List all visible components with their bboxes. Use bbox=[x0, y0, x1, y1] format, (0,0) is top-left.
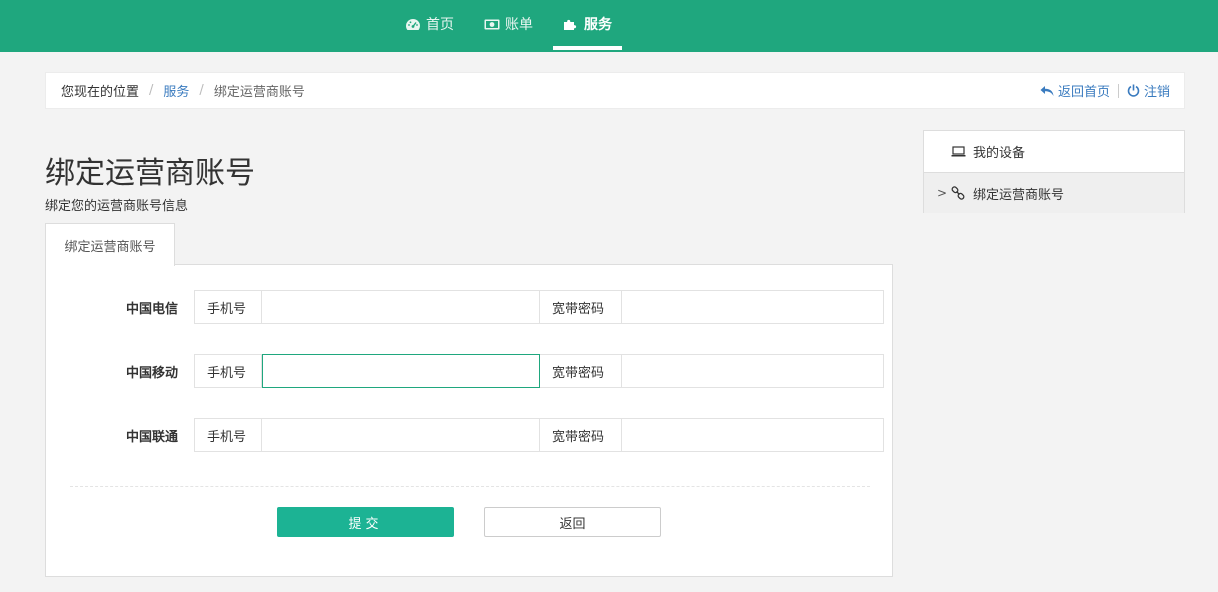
puzzle-icon bbox=[563, 17, 579, 31]
password-addon: 宽带密码 bbox=[540, 354, 622, 388]
logout-link[interactable]: 注销 bbox=[1127, 81, 1170, 100]
nav-item-label: 服务 bbox=[584, 17, 612, 33]
breadcrumb-separator: / bbox=[199, 83, 204, 98]
carrier-row-telecom: 中国电信 手机号 宽带密码 bbox=[126, 290, 884, 324]
unicom-phone-input[interactable] bbox=[262, 418, 540, 452]
form-panel: 中国电信 手机号 宽带密码 中国移动 手机号 宽带密码 中国联通 手机号 宽带密… bbox=[45, 264, 893, 577]
top-navbar: 首页 账单 服务 bbox=[0, 0, 1218, 52]
page-title: 绑定运营商账号 bbox=[45, 156, 255, 191]
sidebar-item-label: 绑定运营商账号 bbox=[973, 187, 1065, 203]
carrier-row-mobile: 中国移动 手机号 宽带密码 bbox=[126, 354, 884, 388]
nav-item-billing[interactable]: 账单 bbox=[474, 0, 543, 52]
phone-addon: 手机号 bbox=[194, 418, 262, 452]
carrier-label: 中国移动 bbox=[125, 365, 178, 381]
telecom-password-input[interactable] bbox=[622, 290, 884, 324]
submit-button[interactable]: 提交 bbox=[277, 507, 454, 537]
sidebar-item-label: 我的设备 bbox=[973, 146, 1026, 161]
breadcrumb: 您现在的位置 / 服务 / 绑定运营商账号 返回首页 注销 bbox=[45, 72, 1185, 109]
link-icon bbox=[951, 186, 967, 200]
nav-item-label: 首页 bbox=[426, 17, 454, 33]
mobile-password-input[interactable] bbox=[622, 354, 884, 388]
dashboard-icon bbox=[405, 17, 421, 31]
home-link[interactable]: 返回首页 bbox=[1040, 81, 1110, 100]
actions-divider bbox=[1117, 83, 1119, 98]
laptop-icon bbox=[951, 145, 967, 159]
home-link-label: 返回首页 bbox=[1057, 85, 1110, 100]
breadcrumb-link-services[interactable]: 服务 bbox=[163, 81, 189, 100]
breadcrumb-actions: 返回首页 注销 bbox=[1040, 73, 1170, 108]
sidebar-caret: > bbox=[937, 186, 948, 200]
nav-item-services[interactable]: 服务 bbox=[553, 0, 622, 52]
sidebar-item-my-devices[interactable]: 我的设备 bbox=[924, 131, 1184, 172]
form-divider bbox=[70, 486, 870, 487]
nav-item-home[interactable]: 首页 bbox=[395, 0, 464, 52]
sidebar-menu: 我的设备 > 绑定运营商账号 bbox=[923, 130, 1185, 213]
unicom-password-input[interactable] bbox=[622, 418, 884, 452]
password-addon: 宽带密码 bbox=[540, 418, 622, 452]
breadcrumb-here: 您现在的位置 bbox=[61, 85, 140, 100]
password-addon: 宽带密码 bbox=[540, 290, 622, 324]
tab-bind-account[interactable]: 绑定运营商账号 bbox=[45, 223, 175, 266]
money-icon bbox=[484, 17, 500, 31]
phone-addon: 手机号 bbox=[194, 354, 262, 388]
logout-link-label: 注销 bbox=[1143, 85, 1170, 100]
carrier-row-unicom: 中国联通 手机号 宽带密码 bbox=[126, 418, 884, 452]
carrier-label: 中国电信 bbox=[125, 301, 178, 317]
phone-addon: 手机号 bbox=[194, 290, 262, 324]
reply-icon bbox=[1040, 85, 1054, 96]
main-nav: 首页 账单 服务 bbox=[395, 0, 622, 52]
carrier-label: 中国联通 bbox=[125, 429, 178, 445]
page-subtitle: 绑定您的运营商账号信息 bbox=[45, 199, 189, 214]
mobile-phone-input[interactable] bbox=[262, 354, 540, 388]
breadcrumb-separator: / bbox=[149, 83, 154, 98]
telecom-phone-input[interactable] bbox=[262, 290, 540, 324]
sidebar-item-bind-account[interactable]: > 绑定运营商账号 bbox=[924, 172, 1184, 213]
power-icon bbox=[1127, 84, 1140, 97]
back-button[interactable]: 返回 bbox=[484, 507, 661, 537]
breadcrumb-current: 绑定运营商账号 bbox=[213, 85, 305, 100]
nav-item-label: 账单 bbox=[505, 17, 533, 33]
